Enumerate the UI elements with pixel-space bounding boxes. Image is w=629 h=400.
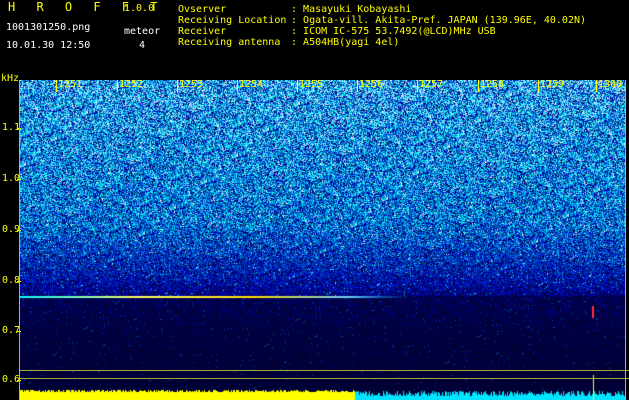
x-label: 1258 xyxy=(480,79,505,90)
station-info: Ovserver: Masayuki Kobayashi Receiving L… xyxy=(178,4,586,48)
info-value: Masayuki Kobayashi xyxy=(303,4,412,15)
header-panel: H R O F F T 1.0.0 1001301250.png meteor … xyxy=(0,0,629,72)
x-label: 1259 xyxy=(540,79,565,90)
info-value: Ogata-vill. Akita-Pref. JAPAN (139.96E, … xyxy=(303,15,587,26)
level-line xyxy=(20,378,629,379)
x-label: 1256 xyxy=(359,79,384,90)
info-row-observer: Ovserver: Masayuki Kobayashi xyxy=(178,4,412,15)
info-key: Receiver xyxy=(178,26,227,37)
x-tick xyxy=(478,80,479,92)
x-tick xyxy=(177,80,178,92)
info-row-location: Receiving Location: Ogata-vill. Akita-Pr… xyxy=(178,15,587,26)
detection-label: meteor xyxy=(124,26,161,37)
file-name: 1001301250.png xyxy=(6,22,91,33)
x-label: 1251 xyxy=(58,79,83,90)
x-label: 1254 xyxy=(239,79,264,90)
left-border xyxy=(19,80,20,400)
level-line xyxy=(20,370,629,371)
x-tick xyxy=(596,80,597,92)
x-label: 1300 xyxy=(598,79,623,90)
x-tick xyxy=(56,80,57,92)
info-value: A504HB(yagi 4el) xyxy=(303,37,400,48)
detection-count: 4 xyxy=(139,40,146,51)
timestamp: 10.01.30 12:50 xyxy=(6,40,91,51)
x-tick xyxy=(237,80,238,92)
x-tick xyxy=(417,80,418,92)
x-label: 1252 xyxy=(119,79,144,90)
x-label: 1257 xyxy=(419,79,444,90)
x-label: 1253 xyxy=(179,79,204,90)
y-axis: 1.1 1.0 0.9 0.8 0.7 0.6 xyxy=(0,72,21,400)
x-tick xyxy=(357,80,358,92)
spectrogram xyxy=(20,80,625,400)
x-tick xyxy=(538,80,539,92)
right-border xyxy=(625,80,626,400)
info-row-antenna: Receiving antenna: A504HB(yagi 4el) xyxy=(178,37,400,48)
info-key: Receiving antenna xyxy=(178,37,281,48)
x-label: 1255 xyxy=(299,79,324,90)
x-tick xyxy=(297,80,298,92)
x-tick xyxy=(117,80,118,92)
info-row-receiver: Receiver: ICOM IC-575 53.7492(@LCD)MHz U… xyxy=(178,26,496,37)
app-version: 1.0.0 xyxy=(124,3,155,14)
info-key: Ovserver xyxy=(178,4,227,15)
info-value: ICOM IC-575 53.7492(@LCD)MHz USB xyxy=(303,26,496,37)
info-key: Receiving Location xyxy=(178,15,287,26)
